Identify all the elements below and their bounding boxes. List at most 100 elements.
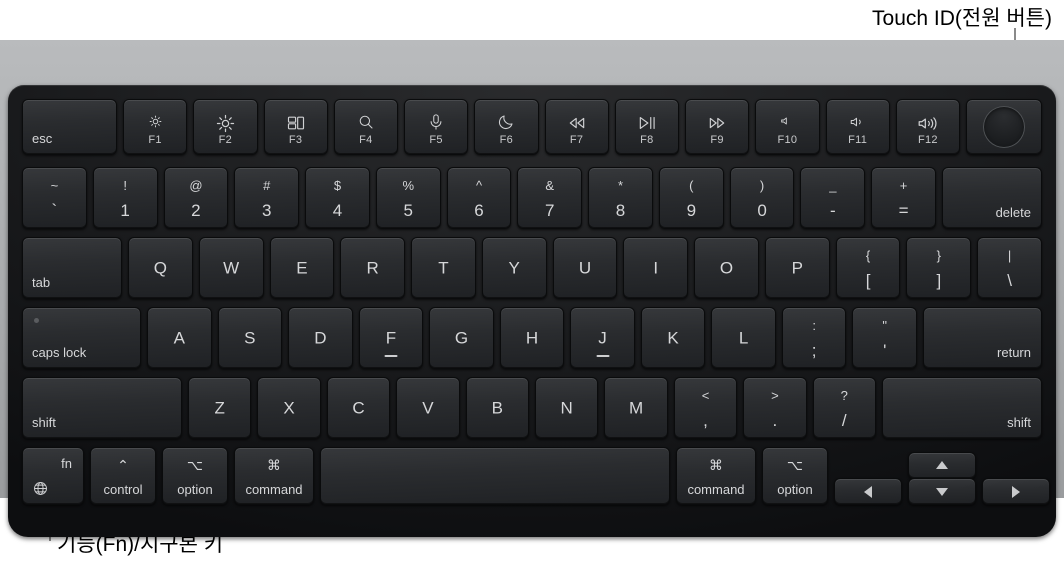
- key-command-left[interactable]: ⌘ command: [234, 447, 314, 505]
- key-comma[interactable]: <,: [673, 377, 738, 439]
- key-quote[interactable]: " ': [852, 307, 917, 369]
- key-j[interactable]: J: [570, 307, 635, 369]
- key-g[interactable]: G: [429, 307, 494, 369]
- key-a[interactable]: A: [147, 307, 212, 369]
- key-tab[interactable]: tab: [22, 237, 122, 299]
- key-six[interactable]: ^ 6: [446, 167, 512, 229]
- key-o[interactable]: O: [694, 237, 759, 299]
- key-s[interactable]: S: [217, 307, 283, 369]
- key-control-left[interactable]: ⌃ control: [90, 447, 156, 505]
- key-equal[interactable]: + =: [871, 167, 936, 229]
- key-f8[interactable]: F8: [614, 99, 679, 155]
- key-f3[interactable]: F3: [263, 99, 328, 155]
- key-shift-left[interactable]: shift: [22, 377, 182, 439]
- key-seven[interactable]: & 7: [517, 167, 583, 229]
- key-c[interactable]: C: [326, 377, 391, 439]
- key-backslash[interactable]: | \: [977, 237, 1042, 299]
- key-shift-right[interactable]: shift: [882, 377, 1042, 439]
- key-option-left[interactable]: ⌥ option: [162, 447, 228, 505]
- key-slash[interactable]: ? /: [812, 377, 876, 439]
- key-v[interactable]: V: [396, 377, 460, 439]
- key-touch-id[interactable]: [966, 99, 1042, 155]
- key-letter-label: T: [438, 258, 449, 278]
- key-n[interactable]: N: [535, 377, 599, 439]
- key-primary-label: ]: [936, 271, 942, 290]
- key-w[interactable]: W: [198, 237, 264, 299]
- fkey-label: F7: [569, 134, 584, 146]
- key-letter-label: C: [352, 398, 365, 418]
- key-f1[interactable]: F1: [123, 99, 188, 155]
- key-command-right[interactable]: ⌘ command: [676, 447, 756, 505]
- key-grave[interactable]: ~ `: [22, 167, 87, 229]
- key-space[interactable]: [320, 447, 670, 505]
- key-q[interactable]: Q: [128, 237, 193, 299]
- key-arrow-down[interactable]: [908, 478, 976, 505]
- key-r[interactable]: R: [340, 237, 406, 299]
- key-primary-label: 7: [545, 201, 555, 220]
- key-f10[interactable]: F10: [755, 99, 820, 155]
- key-return[interactable]: return: [923, 307, 1042, 369]
- key-primary-label: 4: [332, 201, 343, 220]
- key-one[interactable]: ! 1: [92, 167, 158, 229]
- key-nine[interactable]: (9: [658, 167, 724, 229]
- key-p[interactable]: P: [764, 237, 830, 299]
- key-y[interactable]: Y: [481, 237, 547, 299]
- key-semicolon[interactable]: :;: [781, 307, 847, 369]
- key-fn[interactable]: fn: [22, 447, 84, 505]
- key-two[interactable]: @2: [163, 167, 229, 229]
- key-f6[interactable]: F6: [474, 99, 539, 155]
- key-four[interactable]: $4: [305, 167, 370, 229]
- modifier-glyph-icon: ⌥: [786, 457, 804, 473]
- fkey-label: F8: [640, 134, 654, 146]
- key-x[interactable]: X: [257, 377, 321, 439]
- key-delete[interactable]: delete: [942, 167, 1042, 229]
- key-u[interactable]: U: [552, 237, 618, 299]
- key-h[interactable]: H: [499, 307, 565, 369]
- key-f9[interactable]: F9: [685, 99, 750, 155]
- key-esc[interactable]: esc: [22, 99, 117, 155]
- key-arrow-right[interactable]: [982, 478, 1050, 505]
- key-l[interactable]: L: [711, 307, 776, 369]
- key-shift-label: _: [829, 178, 837, 193]
- key-bracket-left[interactable]: {[: [835, 237, 901, 299]
- key-i[interactable]: I: [623, 237, 689, 299]
- key-caps-lock[interactable]: caps lock: [22, 307, 141, 369]
- key-e[interactable]: E: [269, 237, 335, 299]
- key-f4[interactable]: F4: [333, 99, 398, 155]
- key-arrow-up[interactable]: [908, 452, 976, 479]
- key-z[interactable]: Z: [188, 377, 252, 439]
- volume-down-icon: [827, 113, 889, 131]
- touch-id-sensor[interactable]: [983, 106, 1025, 148]
- brightness-down-icon: [124, 113, 186, 130]
- key-zero[interactable]: ) 0: [729, 167, 795, 229]
- key-t[interactable]: T: [411, 237, 476, 299]
- key-f12[interactable]: F12: [895, 99, 960, 155]
- key-f11[interactable]: F11: [825, 99, 890, 155]
- key-m[interactable]: M: [604, 377, 668, 439]
- key-option-right[interactable]: ⌥ option: [762, 447, 828, 505]
- key-letter-label: U: [578, 258, 592, 278]
- key-letter-label: I: [653, 258, 659, 278]
- key-shift-label: ?: [840, 388, 848, 403]
- key-minus[interactable]: _ -: [800, 167, 866, 229]
- play-pause-icon: [616, 113, 678, 133]
- key-b[interactable]: B: [465, 377, 529, 439]
- key-three[interactable]: #3: [234, 167, 300, 229]
- key-f5[interactable]: F5: [404, 99, 469, 155]
- key-f[interactable]: F: [358, 307, 424, 369]
- shift-right-label: shift: [1007, 415, 1031, 430]
- brightness-up-icon: [194, 113, 256, 134]
- key-shift-label: %: [402, 178, 414, 193]
- key-five[interactable]: % 5: [375, 167, 441, 229]
- key-f7[interactable]: F7: [544, 99, 609, 155]
- key-bracket-right[interactable]: }]: [906, 237, 972, 299]
- key-k[interactable]: K: [640, 307, 706, 369]
- modifier-name-label: command: [687, 482, 745, 497]
- key-eight[interactable]: * 8: [588, 167, 653, 229]
- key-period[interactable]: >.: [743, 377, 807, 439]
- key-letter-label: J: [598, 328, 607, 348]
- key-arrow-left[interactable]: [834, 478, 902, 505]
- key-f2[interactable]: F2: [193, 99, 258, 155]
- laptop-chassis: esc F1 F2 F3 F4 F5 F6 F7 F8 F9 F10 F11 F12 ~ `! 1 @2 #3 $4…: [0, 40, 1064, 537]
- key-d[interactable]: D: [288, 307, 353, 369]
